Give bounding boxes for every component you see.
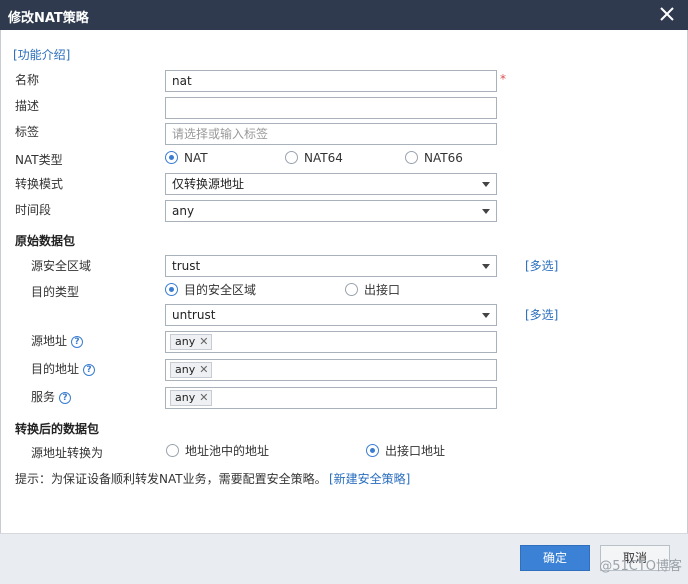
help-icon[interactable]: ? — [83, 364, 96, 376]
radio-checked-icon — [366, 444, 379, 457]
dialog-title: 修改NAT策略 — [8, 11, 89, 26]
remove-tag-icon[interactable]: ✕ — [199, 363, 208, 376]
dest-type-radio-interface[interactable]: 出接口 — [345, 282, 400, 298]
dest-address-tag: any ✕ — [170, 362, 213, 378]
source-zone-select[interactable]: trust — [165, 255, 497, 277]
hint-text: 提示：为保证设备顺利转发NAT业务，需要配置安全策略。 — [15, 472, 327, 486]
close-icon[interactable] — [656, 3, 678, 25]
source-zone-value: trust — [172, 259, 201, 273]
convert-mode-label: 转换模式 — [15, 177, 64, 191]
source-zone-multiselect-link[interactable]: [多选] — [525, 257, 558, 274]
nat-type-radio-nat64[interactable]: NAT64 — [285, 150, 343, 166]
source-zone-label: 源安全区域 — [31, 259, 92, 273]
radio-unchecked-icon — [405, 151, 418, 164]
source-translate-label: 源地址转换为 — [31, 446, 104, 460]
dest-type-radio-zone[interactable]: 目的安全区域 — [165, 282, 256, 298]
watermark: @51CTO博客 — [599, 559, 682, 574]
dest-address-input[interactable]: any ✕ — [165, 359, 497, 381]
radio-checked-icon — [165, 283, 178, 296]
help-icon[interactable]: ? — [71, 336, 84, 348]
original-packet-heading: 原始数据包 — [15, 234, 76, 248]
source-address-tag: any ✕ — [170, 334, 213, 350]
service-input[interactable]: any ✕ — [165, 387, 497, 409]
remove-tag-icon[interactable]: ✕ — [199, 391, 208, 404]
source-address-label: 源地址? — [31, 332, 84, 349]
nat-type-radio-nat[interactable]: NAT — [165, 150, 208, 166]
radio-unchecked-icon — [285, 151, 298, 164]
dialog-footer: 确定 取消 — [0, 533, 688, 584]
name-value: nat — [172, 74, 192, 88]
radio-checked-icon — [165, 151, 178, 164]
nat-type-label: NAT类型 — [15, 153, 63, 167]
chevron-down-icon — [482, 182, 490, 187]
dest-zone-multiselect-link[interactable]: [多选] — [525, 306, 558, 323]
tags-placeholder: 请选择或输入标签 — [172, 127, 269, 141]
nat-type-radio-nat66[interactable]: NAT66 — [405, 150, 463, 166]
time-range-value: any — [172, 204, 195, 218]
name-label: 名称 — [15, 73, 40, 87]
service-label: 服务? — [31, 388, 72, 405]
dialog-body: [功能介绍] 名称 nat * 描述 标签 请选择或输入标签 NAT类型 NAT… — [0, 30, 688, 533]
tags-label: 标签 — [15, 125, 40, 139]
tags-input[interactable]: 请选择或输入标签 — [165, 123, 497, 145]
translated-packet-heading: 转换后的数据包 — [15, 422, 100, 436]
chevron-down-icon — [482, 264, 490, 269]
dialog-titlebar: 修改NAT策略 — [0, 0, 688, 30]
chevron-down-icon — [482, 209, 490, 214]
intro-link[interactable]: [功能介绍] — [13, 46, 70, 63]
name-input[interactable]: nat — [165, 70, 497, 92]
help-icon[interactable]: ? — [59, 392, 72, 404]
dest-address-label: 目的地址? — [31, 360, 96, 377]
source-translate-radio-interface[interactable]: 出接口地址 — [366, 443, 445, 459]
remove-tag-icon[interactable]: ✕ — [199, 335, 208, 348]
chevron-down-icon — [482, 313, 490, 318]
time-range-select[interactable]: any — [165, 200, 497, 222]
ok-button[interactable]: 确定 — [520, 545, 590, 571]
service-tag: any ✕ — [170, 390, 213, 406]
source-address-input[interactable]: any ✕ — [165, 331, 497, 353]
dest-type-label: 目的类型 — [31, 285, 80, 299]
radio-unchecked-icon — [345, 283, 358, 296]
description-input[interactable] — [165, 97, 497, 119]
required-mark: * — [500, 72, 506, 86]
description-label: 描述 — [15, 99, 40, 113]
time-range-label: 时间段 — [15, 203, 52, 217]
dest-zone-select[interactable]: untrust — [165, 304, 497, 326]
dest-zone-value: untrust — [172, 308, 216, 322]
radio-unchecked-icon — [166, 444, 179, 457]
convert-mode-value: 仅转换源地址 — [172, 177, 245, 191]
source-translate-radio-pool[interactable]: 地址池中的地址 — [166, 443, 269, 459]
convert-mode-select[interactable]: 仅转换源地址 — [165, 173, 497, 195]
new-security-policy-link[interactable]: [新建安全策略] — [329, 470, 410, 487]
